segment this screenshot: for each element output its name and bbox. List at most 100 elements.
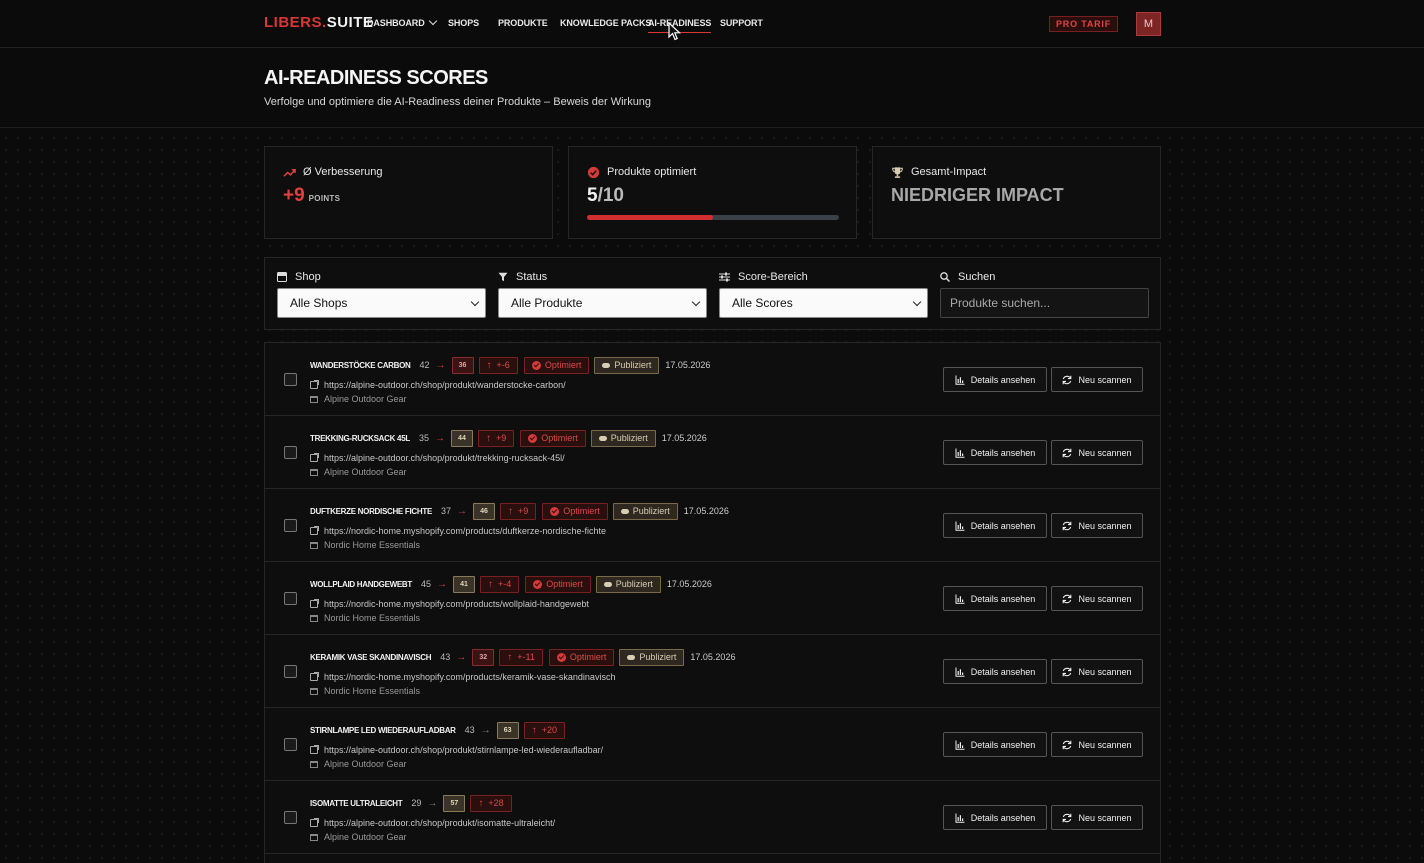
row-checkbox[interactable] bbox=[284, 738, 297, 751]
rescan-button[interactable]: Neu scannen bbox=[1051, 659, 1143, 684]
row-checkbox[interactable] bbox=[284, 519, 297, 532]
rescan-button[interactable]: Neu scannen bbox=[1051, 440, 1143, 465]
arrow-up-icon: ↑ bbox=[485, 432, 491, 444]
search-input[interactable]: Produkte suchen... bbox=[940, 288, 1149, 318]
cloud-upload-icon bbox=[620, 508, 629, 514]
bar-chart-icon bbox=[955, 521, 965, 531]
product-url[interactable]: https://nordic-home.myshopify.com/produc… bbox=[324, 672, 615, 682]
shop-name: Alpine Outdoor Gear bbox=[324, 394, 407, 404]
published-label: Publiziert bbox=[614, 359, 652, 370]
external-link-icon bbox=[310, 526, 319, 535]
optimized-label: Optimiert bbox=[569, 651, 607, 662]
new-score-badge: 63 bbox=[496, 721, 519, 739]
optimized-badge: Optimiert bbox=[548, 648, 615, 666]
product-name: WOLLPLAID HANDGEWEBT bbox=[310, 579, 412, 589]
rescan-button[interactable]: Neu scannen bbox=[1051, 586, 1143, 611]
nav-shops[interactable]: SHOPS bbox=[448, 18, 479, 28]
details-label: Details ansehen bbox=[970, 666, 1036, 677]
nav-produkte[interactable]: PRODUKTE bbox=[498, 18, 548, 28]
row-checkbox[interactable] bbox=[284, 811, 297, 824]
published-badge: Publiziert bbox=[619, 648, 685, 666]
published-badge: Publiziert bbox=[612, 502, 678, 520]
product-url[interactable]: https://nordic-home.myshopify.com/produc… bbox=[324, 526, 606, 536]
product-url[interactable]: https://alpine-outdoor.ch/shop/produkt/s… bbox=[324, 745, 603, 755]
shop-select[interactable]: Alle Shops bbox=[277, 288, 486, 318]
product-name: DUFTKERZE NORDISCHE FICHTE bbox=[310, 506, 432, 516]
details-button[interactable]: Details ansehen bbox=[943, 732, 1047, 757]
cloud-upload-icon bbox=[627, 654, 636, 660]
product-url[interactable]: https://alpine-outdoor.ch/shop/produkt/i… bbox=[324, 818, 555, 828]
external-link-icon bbox=[310, 599, 319, 608]
arrow-right-icon: → bbox=[480, 724, 491, 736]
app-logo[interactable]: LIBERS.SUITE bbox=[264, 14, 373, 31]
store-icon bbox=[310, 395, 318, 403]
product-url-line: https://nordic-home.myshopify.com/produc… bbox=[310, 526, 606, 536]
rescan-button[interactable]: Neu scannen bbox=[1051, 732, 1143, 757]
details-button[interactable]: Details ansehen bbox=[943, 513, 1047, 538]
details-button[interactable]: Details ansehen bbox=[943, 440, 1047, 465]
page-header: AI-READINESS SCORES Verfolge und optimie… bbox=[0, 48, 1424, 128]
details-label: Details ansehen bbox=[970, 812, 1036, 823]
stat-card-improvement: Ø Verbesserung +9 POINTS bbox=[264, 146, 553, 239]
bar-chart-icon bbox=[955, 448, 965, 458]
filter-bar: Shop Alle Shops Status Alle Produkte Sco… bbox=[264, 257, 1161, 330]
store-icon bbox=[310, 833, 318, 841]
delta-value: +9 bbox=[518, 505, 529, 516]
new-score-badge: 41 bbox=[453, 575, 476, 593]
nav-support[interactable]: SUPPORT bbox=[720, 18, 763, 28]
score-delta-badge: ↑ +-11 bbox=[499, 648, 543, 666]
filter-status-label-row: Status bbox=[498, 270, 707, 284]
product-score-line: DUFTKERZE NORDISCHE FICHTE 37 → 46 ↑ +9 O… bbox=[310, 502, 729, 520]
rescan-label: Neu scannen bbox=[1078, 812, 1132, 823]
nav-dashboard[interactable]: DASHBOARD bbox=[367, 16, 437, 28]
bar-chart-icon bbox=[955, 375, 965, 385]
details-button[interactable]: Details ansehen bbox=[943, 659, 1047, 684]
row-checkbox[interactable] bbox=[284, 373, 297, 386]
product-row: TREKKING-RUCKSACK 45L 35 → 44 ↑ +9 Optimi… bbox=[265, 416, 1160, 489]
nav-knowledge-packs[interactable]: KNOWLEDGE PACKS bbox=[560, 18, 651, 28]
score-range-select[interactable]: Alle Scores bbox=[719, 288, 928, 318]
external-link-icon bbox=[310, 745, 319, 754]
new-score-badge: 32 bbox=[472, 648, 495, 666]
product-row: ISOMATTE ULTRALEICHT 29 → 57 ↑ +28 https:… bbox=[265, 781, 1160, 854]
row-checkbox[interactable] bbox=[284, 592, 297, 605]
row-checkbox[interactable] bbox=[284, 665, 297, 678]
chevron-down-icon bbox=[428, 16, 437, 26]
product-name: KERAMIK VASE SKANDINAVISCH bbox=[310, 652, 432, 662]
product-url[interactable]: https://alpine-outdoor.ch/shop/produkt/w… bbox=[324, 380, 566, 390]
bar-chart-icon bbox=[955, 667, 965, 677]
filter-icon bbox=[498, 272, 508, 282]
rescan-label: Neu scannen bbox=[1078, 447, 1132, 458]
arrow-up-icon: ↑ bbox=[486, 359, 492, 371]
product-score-line: WANDERSTÖCKE CARBON 42 → 36 ↑ +-6 Optimie… bbox=[310, 356, 710, 374]
rescan-button[interactable]: Neu scannen bbox=[1051, 805, 1143, 830]
details-button[interactable]: Details ansehen bbox=[943, 805, 1047, 830]
chevron-down-icon bbox=[691, 297, 701, 307]
rescan-button[interactable]: Neu scannen bbox=[1051, 367, 1143, 392]
old-score: 45 bbox=[421, 579, 432, 589]
stat-label: Gesamt-Impact bbox=[911, 166, 987, 178]
product-shop-line: Alpine Outdoor Gear bbox=[310, 467, 407, 477]
status-select[interactable]: Alle Produkte bbox=[498, 288, 707, 318]
user-avatar[interactable]: M bbox=[1136, 12, 1161, 36]
progress-fill bbox=[587, 215, 713, 220]
product-shop-line: Nordic Home Essentials bbox=[310, 613, 420, 623]
arrow-right-icon: → bbox=[456, 651, 467, 663]
score-delta-badge: ↑ +9 bbox=[500, 502, 537, 520]
rescan-label: Neu scannen bbox=[1078, 374, 1132, 385]
arrow-up-icon: ↑ bbox=[507, 651, 513, 663]
rescan-button[interactable]: Neu scannen bbox=[1051, 513, 1143, 538]
published-label: Publiziert bbox=[610, 432, 648, 443]
details-button[interactable]: Details ansehen bbox=[943, 367, 1047, 392]
product-url-line: https://alpine-outdoor.ch/shop/produkt/i… bbox=[310, 818, 555, 828]
product-shop-line: Alpine Outdoor Gear bbox=[310, 832, 407, 842]
product-url[interactable]: https://nordic-home.myshopify.com/produc… bbox=[324, 599, 589, 609]
refresh-icon bbox=[1063, 667, 1072, 676]
top-navbar: LIBERS.SUITE DASHBOARD SHOPS PRODUKTE KN… bbox=[0, 0, 1424, 48]
product-url[interactable]: https://alpine-outdoor.ch/shop/produkt/t… bbox=[324, 453, 565, 463]
details-button[interactable]: Details ansehen bbox=[943, 586, 1047, 611]
optimized-progress-bar bbox=[587, 215, 839, 220]
arrow-right-icon: → bbox=[434, 432, 445, 444]
row-checkbox[interactable] bbox=[284, 446, 297, 459]
logo-text-libers: LIBERS bbox=[264, 14, 323, 31]
